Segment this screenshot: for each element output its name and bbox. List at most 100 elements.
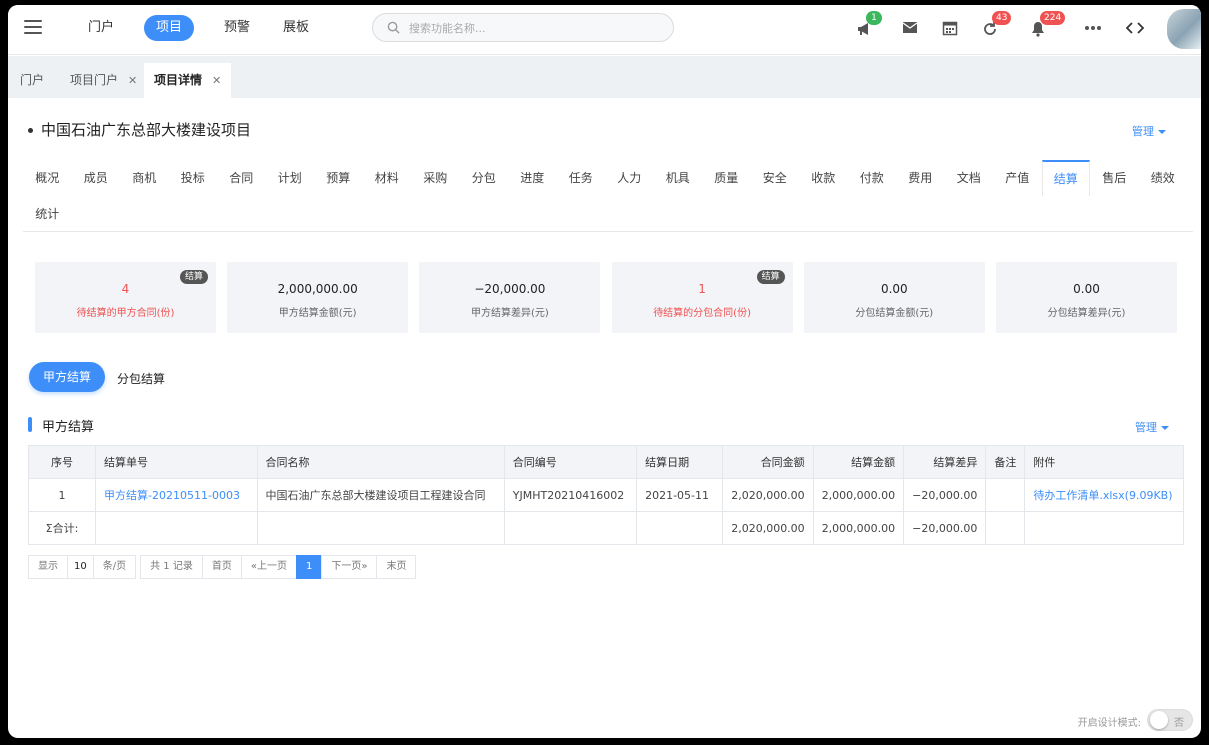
design-mode-toggle[interactable]: 否 [1147, 709, 1193, 731]
search-box[interactable] [372, 13, 674, 42]
col-header[interactable]: 附件 [1024, 445, 1184, 479]
page-size-unit: 条/页 [92, 555, 137, 579]
module-tab[interactable]: 计划 [266, 160, 315, 196]
page-size-input[interactable]: 10 [67, 555, 94, 579]
design-mode-label: 开启设计模式: [1077, 718, 1141, 729]
refresh-icon[interactable]: 43 [982, 11, 1012, 39]
menu-icon[interactable] [24, 20, 42, 34]
module-tab[interactable]: 收款 [799, 160, 848, 196]
module-tab[interactable]: 绩效 [1139, 160, 1188, 196]
stat-label: 分包结算差异(元) [1047, 308, 1126, 319]
tab-label: 门户 [20, 73, 45, 87]
nav-board[interactable]: 展板 [271, 15, 321, 41]
pagination: 显示 10 条/页 共 1 记录 首页 «上一页 1 下一页» 末页 [28, 555, 417, 579]
cell-settle-date: 2021-05-11 [636, 478, 724, 512]
col-header[interactable]: 合同编号 [503, 445, 638, 479]
table-header-row: 序号 结算单号 合同名称 合同编号 结算日期 合同金额 结算金额 结算差异 备注… [27, 445, 1184, 479]
more-icon[interactable] [1084, 17, 1106, 39]
module-tab[interactable]: 产值 [993, 160, 1042, 196]
module-tab[interactable]: 商机 [120, 160, 169, 196]
stat-value: −20,000.00 [474, 282, 546, 296]
module-tab[interactable]: 统计 [23, 196, 72, 232]
module-tab[interactable]: 任务 [557, 160, 606, 196]
col-header[interactable]: 结算金额 [812, 445, 905, 479]
tab-project-detail[interactable]: 项目详情 ✕ [144, 63, 232, 98]
manage-dropdown[interactable]: 管理 [1132, 123, 1166, 139]
module-tab[interactable]: 材料 [363, 160, 412, 196]
cell-settle-amount: 2,000,000.00 [812, 478, 905, 512]
col-header[interactable]: 合同名称 [256, 445, 505, 479]
section-manage-dropdown[interactable]: 管理 [1135, 419, 1169, 435]
module-tab[interactable]: 安全 [751, 160, 800, 196]
megaphone-icon[interactable]: 1 [856, 11, 882, 39]
search-input[interactable] [409, 19, 659, 37]
toggle-knob [1150, 711, 1168, 729]
avatar[interactable] [1167, 9, 1201, 49]
total-row: Σ合计: 2,020,000.00 2,000,000.00 −20,000.0… [27, 511, 1184, 545]
module-tab[interactable]: 质量 [702, 160, 751, 196]
module-tab[interactable]: 预算 [314, 160, 363, 196]
table-row[interactable]: 1 甲方结算-20210511-0003 中国石油广东总部大楼建设项目工程建设合… [27, 478, 1184, 512]
col-header[interactable]: 备注 [985, 445, 1026, 479]
col-header[interactable]: 合同金额 [722, 445, 814, 479]
current-page-button[interactable]: 1 [295, 555, 323, 579]
total-settle-amount: 2,000,000.00 [812, 511, 905, 545]
module-tab[interactable]: 费用 [896, 160, 945, 196]
col-header[interactable]: 结算单号 [95, 445, 258, 479]
stat-card[interactable]: 0.00 分包结算差异(元) [996, 262, 1177, 333]
settlement-number-link[interactable]: 甲方结算-20210511-0003 [95, 478, 258, 512]
module-tab[interactable]: 付款 [848, 160, 897, 196]
module-tab[interactable]: 售后 [1090, 160, 1139, 196]
manage-label: 管理 [1132, 125, 1154, 138]
col-header[interactable]: 结算差异 [903, 445, 987, 479]
module-tab[interactable]: 进度 [508, 160, 557, 196]
stat-card[interactable]: 1 待结算的分包合同(份) 结算 [611, 262, 793, 333]
module-tab[interactable]: 成员 [72, 160, 121, 196]
top-bar: 门户 项目 预警 展板 1 43 224 [8, 5, 1201, 55]
module-tab[interactable]: 合同 [217, 160, 266, 196]
module-tab[interactable]: 机具 [654, 160, 703, 196]
module-tab[interactable]: 结算 [1041, 160, 1090, 196]
bell-icon[interactable]: 224 [1030, 11, 1066, 39]
module-tab[interactable]: 人力 [605, 160, 654, 196]
stat-card[interactable]: 4 待结算的甲方合同(份) 结算 [35, 262, 216, 333]
cell-empty [636, 511, 724, 545]
stat-card[interactable]: −20,000.00 甲方结算差异(元) [419, 262, 601, 333]
close-icon[interactable]: ✕ [128, 74, 137, 87]
bullet-icon [28, 128, 33, 133]
module-tab[interactable]: 采购 [411, 160, 460, 196]
stat-card[interactable]: 2,000,000.00 甲方结算金额(元) [227, 262, 409, 333]
bell-badge: 224 [1040, 11, 1066, 25]
module-tab[interactable]: 投标 [169, 160, 218, 196]
stat-card[interactable]: 0.00 分包结算金额(元) [803, 262, 985, 333]
first-page-button[interactable]: 首页 [201, 555, 242, 579]
code-icon[interactable] [1125, 17, 1148, 39]
prev-page-button[interactable]: «上一页 [240, 555, 297, 579]
caret-down-icon [1161, 426, 1169, 430]
close-icon[interactable]: ✕ [212, 74, 221, 87]
attachment-link[interactable]: 待办工作清单.xlsx(9.09KB) [1024, 478, 1184, 512]
next-page-button[interactable]: 下一页» [321, 555, 378, 579]
cell-contract-name: 中国石油广东总部大楼建设项目工程建设合同 [256, 478, 505, 512]
last-page-button[interactable]: 末页 [376, 555, 417, 579]
stat-value: 0.00 [880, 282, 908, 296]
module-tab[interactable]: 概况 [23, 160, 72, 196]
subtab-party-a[interactable]: 甲方结算 [29, 362, 105, 392]
stat-label: 待结算的分包合同(份) [653, 308, 751, 319]
tab-portal[interactable]: 门户 [10, 63, 54, 98]
col-header[interactable]: 序号 [27, 445, 97, 479]
calendar-icon[interactable] [942, 17, 964, 39]
nav-project[interactable]: 项目 [144, 15, 195, 41]
module-tab[interactable]: 文档 [945, 160, 994, 196]
module-tab[interactable]: 分包 [460, 160, 509, 196]
nav-portal[interactable]: 门户 [76, 15, 126, 41]
notice-badge: 1 [866, 11, 882, 25]
col-header[interactable]: 结算日期 [636, 445, 724, 479]
mail-icon[interactable] [902, 17, 924, 39]
total-diff: −20,000.00 [903, 511, 987, 545]
tab-project-portal[interactable]: 项目门户 ✕ [60, 63, 147, 98]
manage-label: 管理 [1135, 421, 1157, 434]
cell-settle-diff: −20,000.00 [903, 478, 987, 512]
subtab-subcontract[interactable]: 分包结算 [117, 370, 165, 387]
nav-warning[interactable]: 预警 [212, 15, 262, 41]
